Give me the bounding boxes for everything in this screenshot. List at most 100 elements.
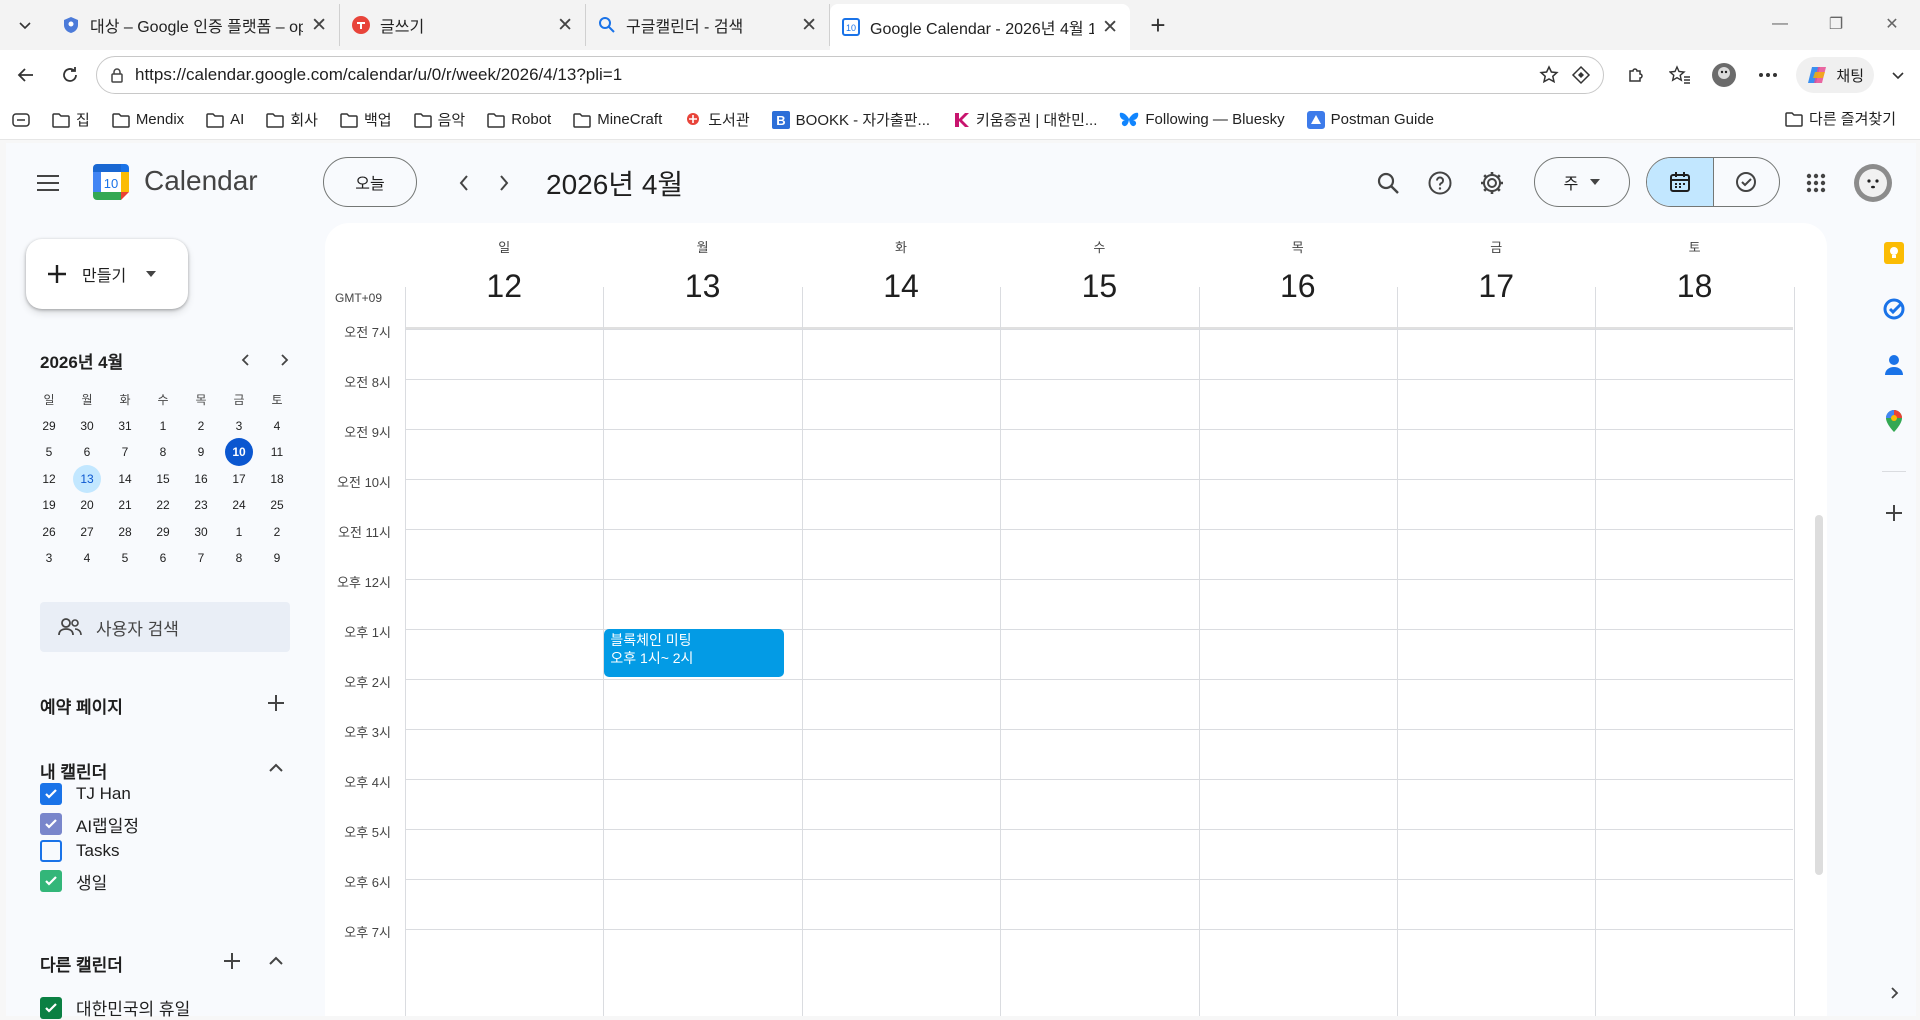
browser-tab[interactable]: 대상 – Google 인증 플랫폼 – open ✕ <box>50 4 340 46</box>
bookmark-reading-list[interactable] <box>12 112 30 127</box>
mini-day[interactable]: 14 <box>106 466 144 493</box>
mini-day-selected[interactable]: 13 <box>68 464 106 493</box>
help-button[interactable] <box>1420 163 1460 203</box>
mini-day[interactable]: 27 <box>68 519 106 546</box>
checkbox-checked[interactable] <box>40 783 62 805</box>
star-icon[interactable] <box>1539 65 1559 85</box>
mini-day[interactable]: 4 <box>68 545 106 572</box>
day-header[interactable]: 목 16 <box>1199 223 1397 311</box>
day-date[interactable]: 16 <box>1199 268 1397 305</box>
site-info-icon[interactable] <box>109 67 125 83</box>
mini-day[interactable]: 12 <box>30 466 68 493</box>
day-date[interactable]: 17 <box>1397 268 1595 305</box>
profile-button[interactable] <box>1702 53 1746 97</box>
extensions-button[interactable] <box>1614 53 1658 97</box>
search-button[interactable] <box>1368 163 1408 203</box>
people-search[interactable]: 사용자 검색 <box>40 602 290 652</box>
mini-day[interactable]: 6 <box>144 545 182 572</box>
mini-day[interactable]: 31 <box>106 413 144 440</box>
copilot-chat-button[interactable]: 채팅 <box>1796 57 1874 93</box>
mini-day[interactable]: 25 <box>258 492 296 519</box>
view-selector[interactable]: 주 <box>1534 157 1630 207</box>
get-addons-button[interactable] <box>1880 499 1908 527</box>
my-calendars-heading[interactable]: 내 캘린더 <box>40 758 107 783</box>
calendar-list-item[interactable]: 대한민국의 휴일 <box>40 995 190 1020</box>
today-button[interactable]: 오늘 <box>323 157 417 207</box>
more-menu-button[interactable] <box>1746 53 1790 97</box>
prev-week-button[interactable] <box>446 165 482 201</box>
mini-day[interactable]: 19 <box>30 492 68 519</box>
day-header[interactable]: 수 15 <box>1000 223 1198 311</box>
tasks-view-toggle[interactable] <box>1714 158 1780 206</box>
bookmark-item[interactable]: AI <box>206 111 244 128</box>
calendar-list-item[interactable]: TJ Han <box>40 783 131 805</box>
next-week-button[interactable] <box>486 165 522 201</box>
keep-button[interactable] <box>1880 239 1908 267</box>
main-menu-button[interactable] <box>28 163 68 203</box>
favorites-button[interactable] <box>1658 53 1702 97</box>
calendar-view-toggle[interactable] <box>1647 158 1714 206</box>
day-header[interactable]: 토 18 <box>1595 223 1793 311</box>
day-date[interactable]: 15 <box>1000 268 1198 305</box>
browser-tab[interactable]: 구글캘린더 - 검색 ✕ <box>586 4 830 46</box>
mini-day[interactable]: 3 <box>220 413 258 440</box>
bookmark-item[interactable]: 집 <box>52 109 90 130</box>
mini-day[interactable]: 28 <box>106 519 144 546</box>
mini-day[interactable]: 29 <box>144 519 182 546</box>
new-tab-button[interactable]: + <box>1136 3 1180 47</box>
bookmark-item[interactable]: Mendix <box>112 111 184 128</box>
other-bookmarks[interactable]: 다른 즐겨찾기 <box>1785 108 1896 129</box>
calendar-event[interactable]: 블록체인 미팅 오후 1시~ 2시 <box>604 629 785 677</box>
bookmark-item[interactable]: Postman Guide <box>1306 110 1434 129</box>
minimize-icon[interactable]: — <box>1752 0 1808 48</box>
mini-day[interactable]: 29 <box>30 413 68 440</box>
close-icon[interactable]: ✕ <box>311 14 327 37</box>
mini-day[interactable]: 5 <box>30 439 68 466</box>
browser-tab[interactable]: 글쓰기 ✕ <box>340 4 586 46</box>
other-calendars-heading[interactable]: 다른 캘린더 <box>40 951 123 976</box>
mini-day[interactable]: 22 <box>144 492 182 519</box>
day-date[interactable]: 18 <box>1595 268 1793 305</box>
checkbox-checked[interactable] <box>40 813 62 835</box>
checkbox-checked[interactable] <box>40 996 62 1019</box>
day-date[interactable]: 12 <box>405 268 603 305</box>
mini-day[interactable]: 9 <box>182 439 220 466</box>
hide-side-panel-button[interactable] <box>1880 979 1908 1007</box>
day-header[interactable]: 월 13 <box>603 223 801 311</box>
sidebar-toggle[interactable] <box>1884 53 1912 97</box>
mini-day[interactable]: 6 <box>68 439 106 466</box>
day-date[interactable]: 14 <box>802 268 1000 305</box>
bookmark-item[interactable]: MineCraft <box>573 111 662 128</box>
mini-day[interactable]: 30 <box>182 519 220 546</box>
mini-day[interactable]: 24 <box>220 492 258 519</box>
tasks-button[interactable] <box>1880 295 1908 323</box>
mini-day[interactable]: 8 <box>144 439 182 466</box>
settings-button[interactable] <box>1472 163 1512 203</box>
mini-day[interactable]: 9 <box>258 545 296 572</box>
mini-day[interactable]: 26 <box>30 519 68 546</box>
calendar-list-item[interactable]: AI랩일정 <box>40 812 139 837</box>
reader-mode-icon[interactable] <box>1571 65 1591 85</box>
browser-tab-active[interactable]: 10 Google Calendar - 2026년 4월 12일 ✕ <box>830 4 1130 50</box>
checkbox-checked[interactable] <box>40 870 62 892</box>
mini-day[interactable]: 7 <box>182 545 220 572</box>
checkbox-unchecked[interactable] <box>40 840 62 862</box>
mini-day[interactable]: 1 <box>144 413 182 440</box>
address-bar[interactable]: https://calendar.google.com/calendar/u/0… <box>96 56 1604 94</box>
close-icon[interactable]: ✕ <box>557 14 573 37</box>
mini-prev-button[interactable] <box>234 348 258 372</box>
bookmark-item[interactable]: 도서관 <box>684 109 750 130</box>
scrollbar[interactable] <box>1815 515 1823 875</box>
calendar-logo[interactable]: 10 <box>90 161 132 203</box>
reload-button[interactable] <box>48 53 92 97</box>
mini-day[interactable]: 1 <box>220 519 258 546</box>
calendar-list-item[interactable]: 생일 <box>40 869 107 894</box>
mini-day[interactable]: 23 <box>182 492 220 519</box>
close-icon[interactable]: ✕ <box>1102 16 1118 39</box>
mini-day[interactable]: 4 <box>258 413 296 440</box>
close-window-icon[interactable]: ✕ <box>1864 0 1920 48</box>
mini-day[interactable]: 16 <box>182 466 220 493</box>
mini-day[interactable]: 8 <box>220 545 258 572</box>
mini-day[interactable]: 2 <box>258 519 296 546</box>
close-icon[interactable]: ✕ <box>801 14 817 37</box>
